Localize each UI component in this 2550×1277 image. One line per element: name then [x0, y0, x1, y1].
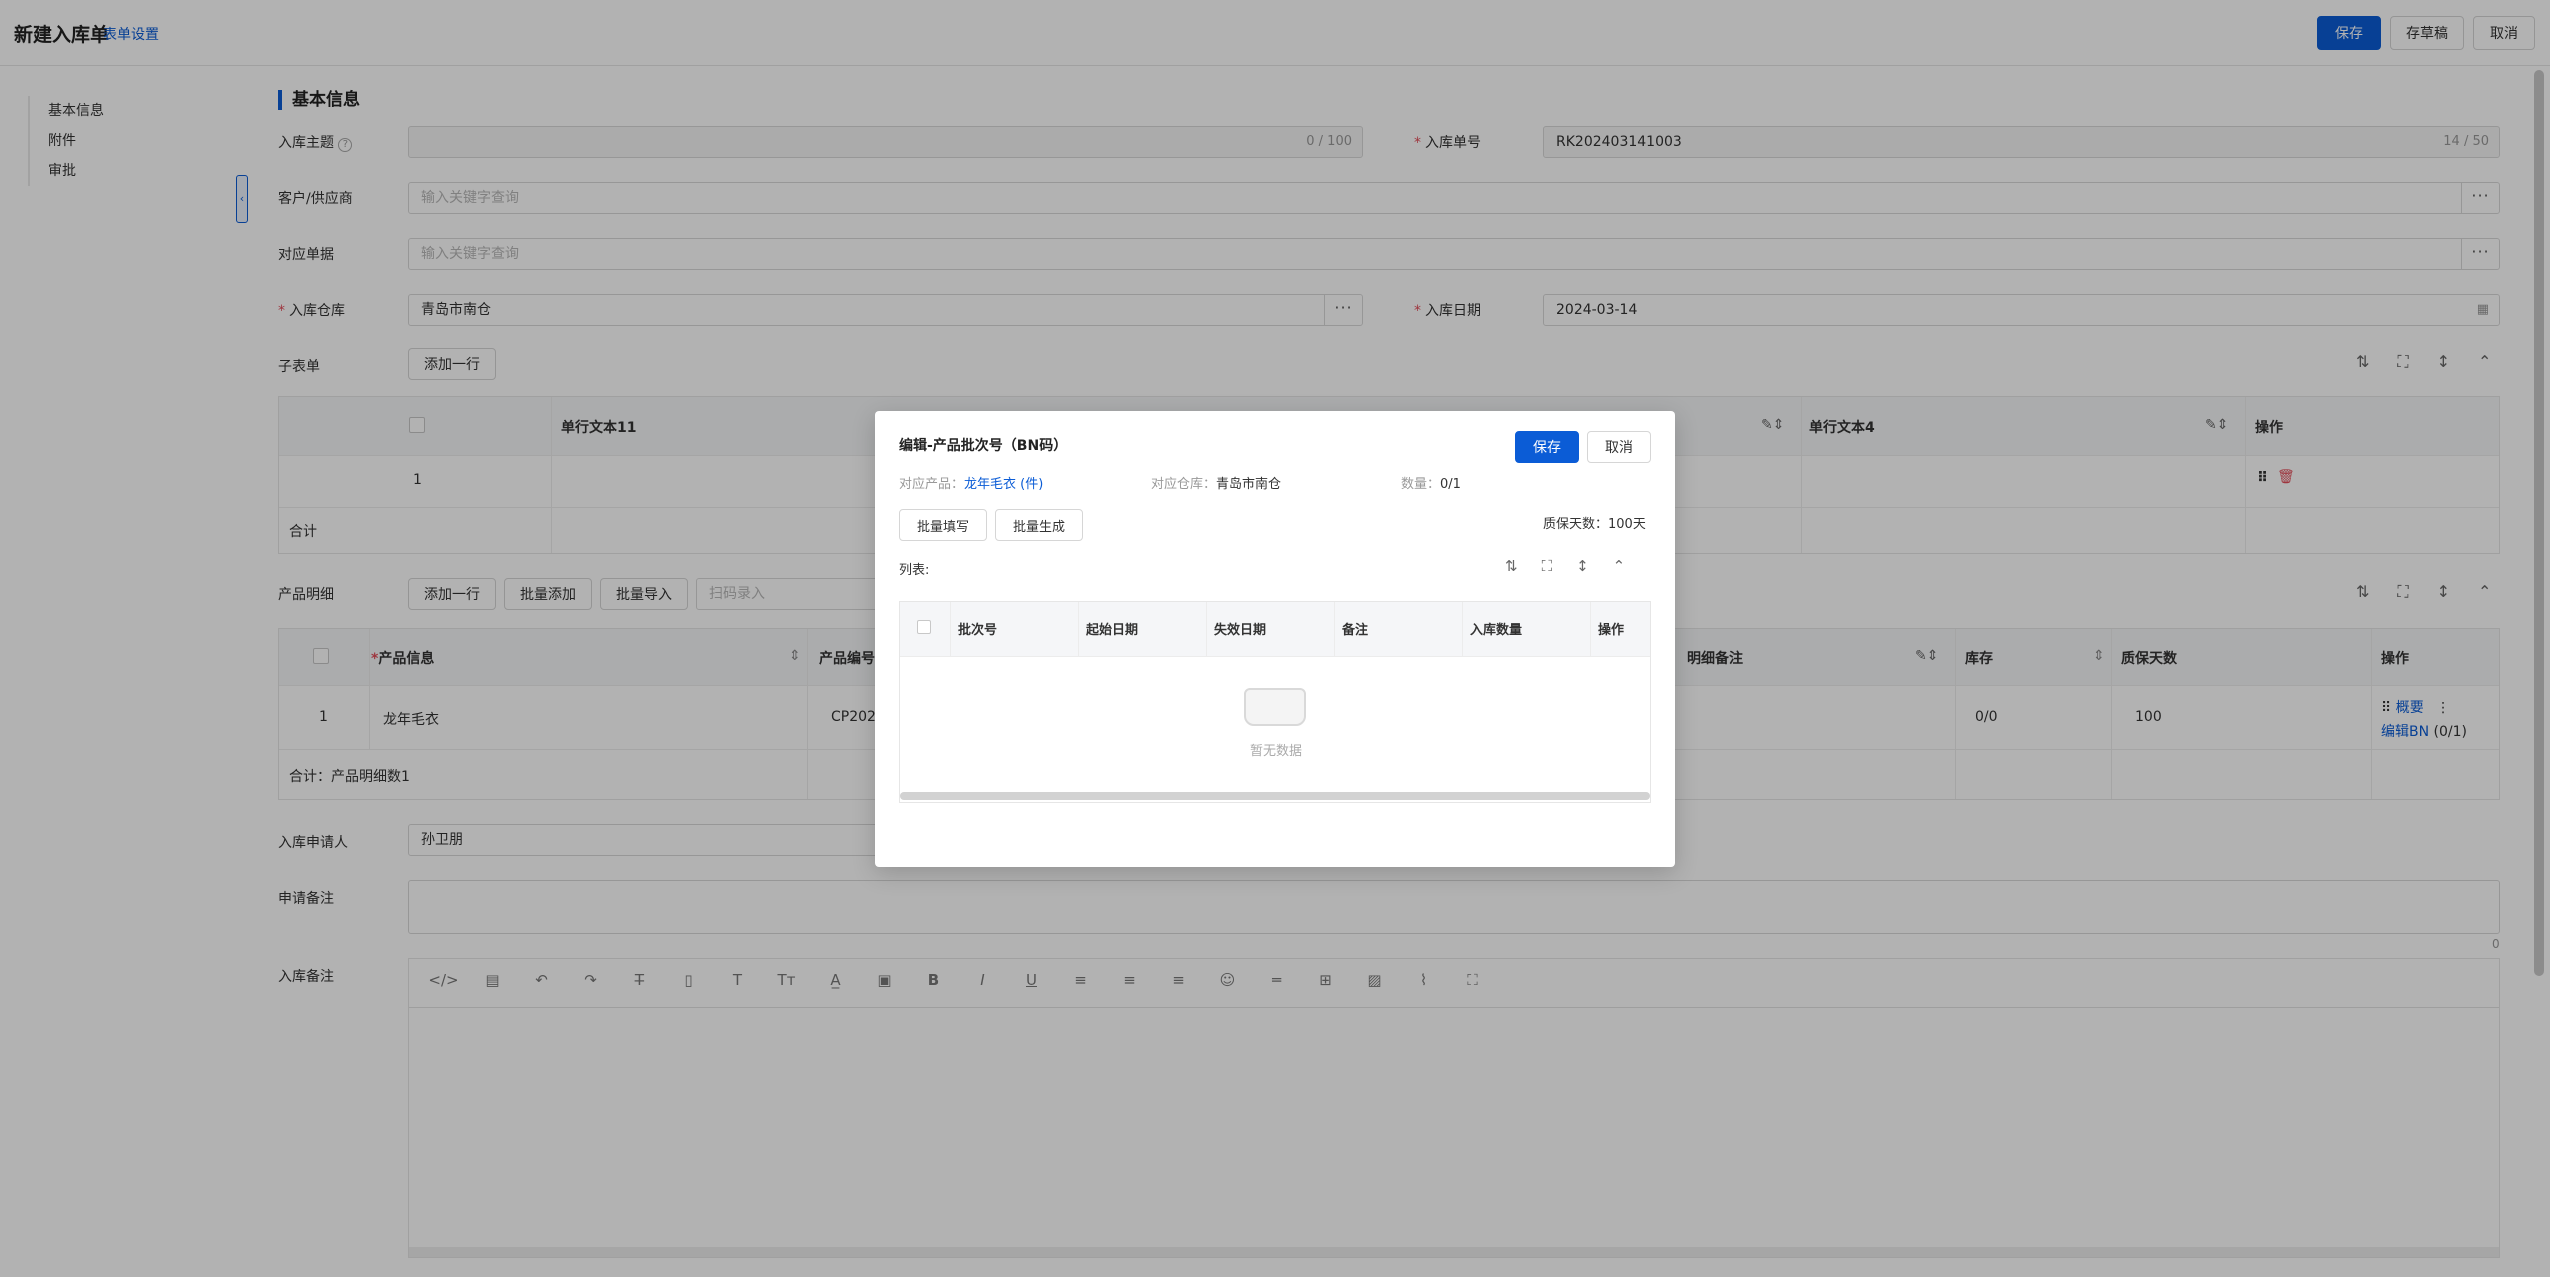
empty-text: 暂无数据 [1250, 744, 1303, 759]
shelf-days-info: 质保天数：100天 [1543, 517, 1646, 532]
table-scrollbar[interactable] [900, 792, 1650, 800]
col-note: 备注 [1342, 623, 1369, 638]
fullscreen-icon[interactable]: ⛶ [1542, 557, 1553, 575]
warehouse-info: 对应仓库：青岛市南仓 [1151, 477, 1282, 492]
batch-generate-button[interactable]: 批量生成 [995, 509, 1083, 541]
list-toolbar: ⇅ ⛶ ↕ ⌃ [1505, 557, 1625, 575]
expand-icon[interactable]: ↕ [1576, 557, 1589, 575]
row-height-icon[interactable]: ⇅ [1505, 557, 1518, 575]
product-link[interactable]: 龙年毛衣 (件) [964, 477, 1043, 492]
batch-fill-button[interactable]: 批量填写 [899, 509, 987, 541]
list-label: 列表: [899, 563, 930, 578]
product-info: 对应产品：龙年毛衣 (件) [899, 477, 1044, 492]
dialog-cancel-button[interactable]: 取消 [1587, 431, 1651, 463]
bn-table: 批次号 起始日期 失效日期 备注 入库数量 操作 暂无数据 [899, 601, 1651, 803]
dialog-save-button[interactable]: 保存 [1515, 431, 1579, 463]
col-expire-date: 失效日期 [1214, 623, 1267, 638]
chevron-up-icon[interactable]: ⌃ [1613, 557, 1626, 575]
select-all-checkbox[interactable] [917, 620, 931, 638]
dialog-title: 编辑-产品批次号（BN码） [899, 438, 1068, 454]
col-start-date: 起始日期 [1086, 623, 1139, 638]
empty-box-icon [1244, 688, 1306, 726]
col-in-qty: 入库数量 [1470, 623, 1523, 638]
bn-edit-dialog: 编辑-产品批次号（BN码） 保存 取消 对应产品：龙年毛衣 (件) 对应仓库：青… [875, 411, 1675, 867]
col-op: 操作 [1598, 623, 1625, 638]
quantity-info: 数量：0/1 [1401, 477, 1461, 492]
col-batch-no: 批次号 [958, 623, 998, 638]
